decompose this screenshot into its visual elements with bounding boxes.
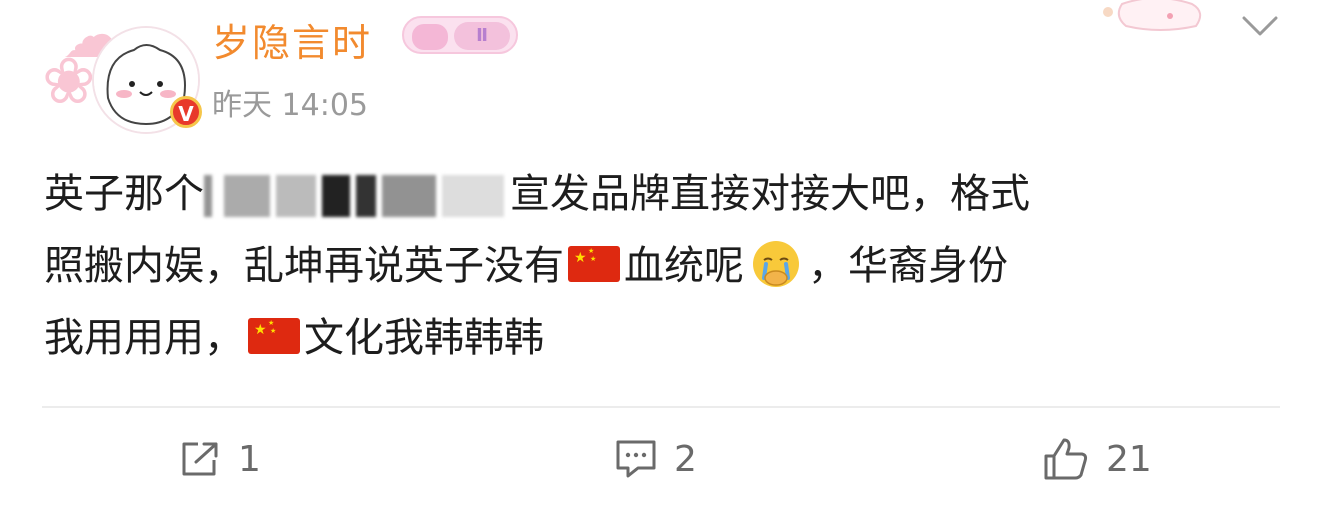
badge-bear-icon — [412, 24, 448, 50]
redacted-block — [322, 175, 350, 217]
crying-face-icon — [753, 241, 799, 287]
content-text: 血统呢 — [624, 243, 744, 289]
avatar-area[interactable]: ☁ ❀ V — [40, 4, 202, 134]
redacted-block — [204, 175, 270, 217]
content-text: 照搬内娱，乱坤再说英子没有 — [44, 243, 564, 289]
content-text: 我用用用， — [44, 315, 244, 361]
redacted-block — [356, 175, 376, 217]
comment-button[interactable]: 2 — [614, 436, 697, 482]
redacted-block — [442, 175, 504, 217]
verified-badge: V — [170, 96, 202, 128]
content-text: 宣发品牌直接对接大吧，格式 — [510, 171, 1030, 217]
divider — [42, 406, 1280, 408]
content-text: ，华裔身份 — [808, 243, 1008, 289]
corner-decoration-icon — [1103, 0, 1202, 31]
repost-button[interactable]: 1 — [180, 436, 261, 482]
content-line-1: 英子那个 宣发品牌直接对接大吧，格式 — [44, 158, 1284, 230]
badge-level: Ⅱ — [454, 22, 510, 50]
thumbs-up-icon — [1044, 438, 1088, 480]
chevron-down-icon[interactable] — [1240, 12, 1280, 40]
comment-count: 2 — [674, 438, 697, 480]
redacted-block — [276, 175, 316, 217]
content-text: 文化我韩韩韩 — [304, 315, 544, 361]
content-line-2: 照搬内娱，乱坤再说英子没有 ★ ★ ★ 血统呢 ，华裔身份 — [44, 230, 1284, 302]
post-content: 英子那个 宣发品牌直接对接大吧，格式 照搬内娱，乱坤再说英子没有 ★ ★ ★ 血统呢 ，华… — [44, 158, 1284, 374]
share-icon — [182, 442, 218, 476]
comment-icon — [616, 440, 656, 478]
like-button[interactable]: 21 — [1042, 436, 1152, 482]
username[interactable]: 岁隐言时 — [212, 12, 372, 67]
post-timestamp: 昨天 14:05 — [212, 88, 368, 123]
china-flag-icon: ★ ★ ★ — [568, 246, 620, 282]
redacted-block — [382, 175, 436, 217]
content-text: 英子那个 — [44, 171, 204, 217]
user-badge[interactable]: Ⅱ — [402, 16, 518, 54]
content-line-3: 我用用用， ★ ★ ★ 文化我韩韩韩 — [44, 302, 1284, 374]
repost-count: 1 — [238, 438, 261, 480]
china-flag-icon: ★ ★ ★ — [248, 318, 300, 354]
like-count: 21 — [1106, 438, 1152, 480]
